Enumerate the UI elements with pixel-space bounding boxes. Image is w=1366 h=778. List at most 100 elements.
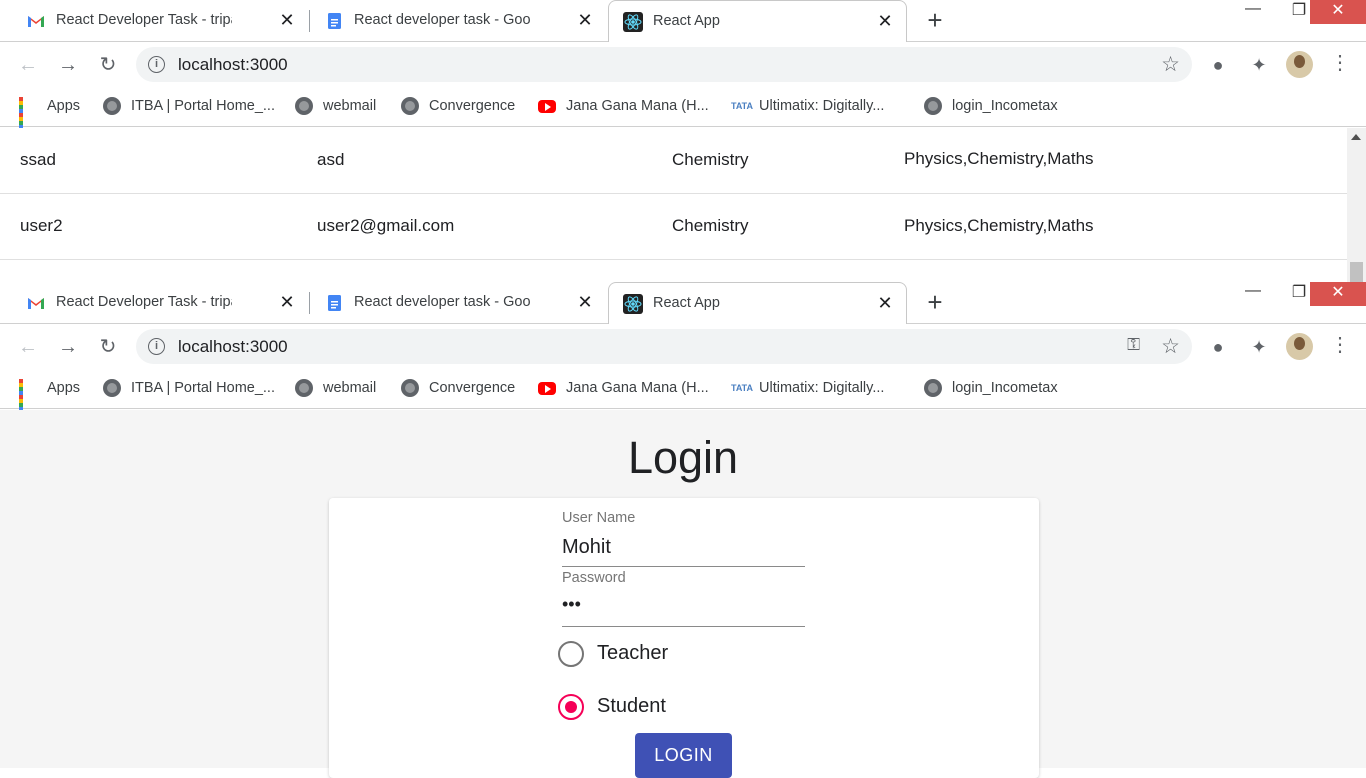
password-label: Password bbox=[562, 570, 626, 586]
close-tab-icon[interactable]: ✕ bbox=[278, 293, 296, 311]
bookmark-youtube[interactable]: Jana Gana Mana (H... bbox=[538, 96, 709, 116]
globe-icon bbox=[924, 97, 942, 115]
bookmark-label: Apps bbox=[47, 98, 81, 114]
table-row: user2 user2@gmail.com Chemistry Physics,… bbox=[0, 194, 1347, 260]
extension-circle-icon[interactable]: ● bbox=[1207, 336, 1229, 358]
bookmark-star-icon[interactable]: ☆ bbox=[1161, 334, 1180, 359]
bookmark-label: login_Incometax bbox=[952, 98, 1058, 114]
info-icon[interactable]: i bbox=[148, 338, 165, 355]
radio-student[interactable] bbox=[558, 694, 584, 720]
page-title: Login bbox=[627, 432, 739, 483]
url-text: localhost:3000 bbox=[178, 337, 288, 356]
globe-icon bbox=[295, 379, 313, 397]
radio-student-label[interactable]: Student bbox=[597, 695, 666, 718]
table-cell-email: asd bbox=[317, 150, 345, 169]
username-label: User Name bbox=[562, 510, 636, 526]
bookmark-convergence[interactable]: Convergence bbox=[401, 378, 515, 398]
reload-icon[interactable]: ↻ bbox=[96, 53, 120, 77]
table-cell-subject: Chemistry bbox=[672, 216, 749, 235]
apps-grid-icon bbox=[19, 97, 37, 133]
tab-title: React developer task - Google Dc bbox=[354, 12, 530, 28]
new-tab-icon[interactable]: + bbox=[922, 7, 948, 34]
minimize-icon[interactable]: — bbox=[1230, 0, 1276, 30]
login-button[interactable]: LOGIN bbox=[635, 733, 732, 778]
close-tab-icon[interactable]: ✕ bbox=[576, 293, 594, 311]
menu-icon[interactable]: ⋮ bbox=[1330, 334, 1350, 360]
login-card: User Name Mohit Password ••• Teacher Stu… bbox=[329, 498, 1039, 778]
tab-gmail[interactable]: React Developer Task - tripathim ✕ bbox=[12, 0, 308, 42]
bookmark-ultimatix[interactable]: TATA Ultimatix: Digitally... bbox=[731, 378, 884, 398]
bookmark-itba[interactable]: ITBA | Portal Home_... bbox=[103, 96, 275, 116]
bookmark-ultimatix[interactable]: TATA Ultimatix: Digitally... bbox=[731, 96, 884, 116]
bookmark-label: Apps bbox=[47, 380, 81, 396]
scrollbar[interactable] bbox=[1347, 128, 1366, 282]
bookmark-webmail[interactable]: webmail bbox=[295, 378, 376, 398]
scroll-up-icon[interactable] bbox=[1351, 134, 1361, 140]
tab-react-app[interactable]: React App ✕ bbox=[608, 0, 907, 42]
menu-icon[interactable]: ⋮ bbox=[1330, 52, 1350, 78]
tata-icon: TATA bbox=[731, 383, 753, 393]
back-icon[interactable]: ← bbox=[16, 53, 40, 77]
avatar[interactable] bbox=[1286, 333, 1313, 360]
forward-icon[interactable]: → bbox=[56, 335, 80, 359]
table-cell-name: user2 bbox=[20, 216, 63, 235]
radio-teacher-label[interactable]: Teacher bbox=[597, 642, 668, 665]
bookmark-incometax[interactable]: login_Incometax bbox=[924, 96, 1058, 116]
scrollbar-thumb[interactable] bbox=[1350, 262, 1363, 282]
username-input[interactable]: Mohit bbox=[562, 536, 611, 559]
browser-window-bottom: React Developer Task - tripathim ✕ React… bbox=[0, 282, 1366, 778]
key-icon[interactable]: ⚿ bbox=[1127, 335, 1140, 355]
bookmark-convergence[interactable]: Convergence bbox=[401, 96, 515, 116]
bookmark-star-icon[interactable]: ☆ bbox=[1161, 52, 1180, 77]
react-icon bbox=[623, 12, 643, 32]
bookmark-label: Jana Gana Mana (H... bbox=[566, 98, 709, 114]
toolbar: ← → ↻ i localhost:3000 ☆ ● ✦ ⋮ bbox=[0, 43, 1366, 87]
forward-icon[interactable]: → bbox=[56, 53, 80, 77]
login-page: Login User Name Mohit Password ••• Teach… bbox=[0, 410, 1366, 778]
close-tab-icon[interactable]: ✕ bbox=[876, 294, 894, 312]
tab-react-app[interactable]: React App ✕ bbox=[608, 282, 907, 324]
minimize-icon[interactable]: — bbox=[1230, 282, 1276, 312]
gmail-icon bbox=[28, 16, 44, 27]
bookmark-label: Convergence bbox=[429, 98, 516, 114]
close-tab-icon[interactable]: ✕ bbox=[576, 11, 594, 29]
close-tab-icon[interactable]: ✕ bbox=[278, 11, 296, 29]
avatar[interactable] bbox=[1286, 51, 1313, 78]
table-cell-name: ssad bbox=[20, 150, 56, 169]
bookmark-label: login_Incometax bbox=[952, 380, 1058, 396]
password-input[interactable]: ••• bbox=[562, 594, 581, 615]
table-cell-subject: Chemistry bbox=[672, 150, 749, 169]
new-tab-icon[interactable]: + bbox=[922, 289, 948, 316]
close-tab-icon[interactable]: ✕ bbox=[876, 12, 894, 30]
close-window-icon[interactable]: ✕ bbox=[1310, 0, 1366, 24]
bookmark-itba[interactable]: ITBA | Portal Home_... bbox=[103, 378, 275, 398]
radio-teacher[interactable] bbox=[558, 641, 584, 667]
reload-icon[interactable]: ↻ bbox=[96, 335, 120, 359]
bookmark-apps[interactable]: Apps bbox=[19, 378, 81, 415]
bookmarks-bar: Apps ITBA | Portal Home_... webmail Conv… bbox=[0, 87, 1366, 133]
tab-google-docs[interactable]: React developer task - Google Dc ✕ bbox=[310, 0, 606, 42]
address-bar[interactable]: i localhost:3000 ☆ bbox=[136, 47, 1192, 82]
back-icon[interactable]: ← bbox=[16, 335, 40, 359]
bookmark-apps[interactable]: Apps bbox=[19, 96, 81, 133]
info-icon[interactable]: i bbox=[148, 56, 165, 73]
bookmark-label: ITBA | Portal Home_... bbox=[131, 380, 275, 396]
bookmark-incometax[interactable]: login_Incometax bbox=[924, 378, 1058, 398]
extension-circle-icon[interactable]: ● bbox=[1207, 54, 1229, 76]
extensions-puzzle-icon[interactable]: ✦ bbox=[1248, 336, 1270, 358]
close-window-icon[interactable]: ✕ bbox=[1310, 282, 1366, 306]
react-icon bbox=[623, 294, 643, 314]
tab-gmail[interactable]: React Developer Task - tripathim ✕ bbox=[12, 282, 308, 324]
bookmarks-bar: Apps ITBA | Portal Home_... webmail Conv… bbox=[0, 369, 1366, 415]
bookmark-label: Convergence bbox=[429, 380, 516, 396]
tata-icon: TATA bbox=[731, 101, 753, 111]
tab-google-docs[interactable]: React developer task - Google Dc ✕ bbox=[310, 282, 606, 324]
address-bar[interactable]: i localhost:3000 ⚿ ☆ bbox=[136, 329, 1192, 364]
bookmark-youtube[interactable]: Jana Gana Mana (H... bbox=[538, 378, 709, 398]
bookmark-webmail[interactable]: webmail bbox=[295, 96, 376, 116]
globe-icon bbox=[924, 379, 942, 397]
bookmark-label: Ultimatix: Digitally... bbox=[759, 380, 885, 396]
extensions-puzzle-icon[interactable]: ✦ bbox=[1248, 54, 1270, 76]
tab-title: React App bbox=[653, 295, 720, 311]
bookmark-label: Ultimatix: Digitally... bbox=[759, 98, 885, 114]
